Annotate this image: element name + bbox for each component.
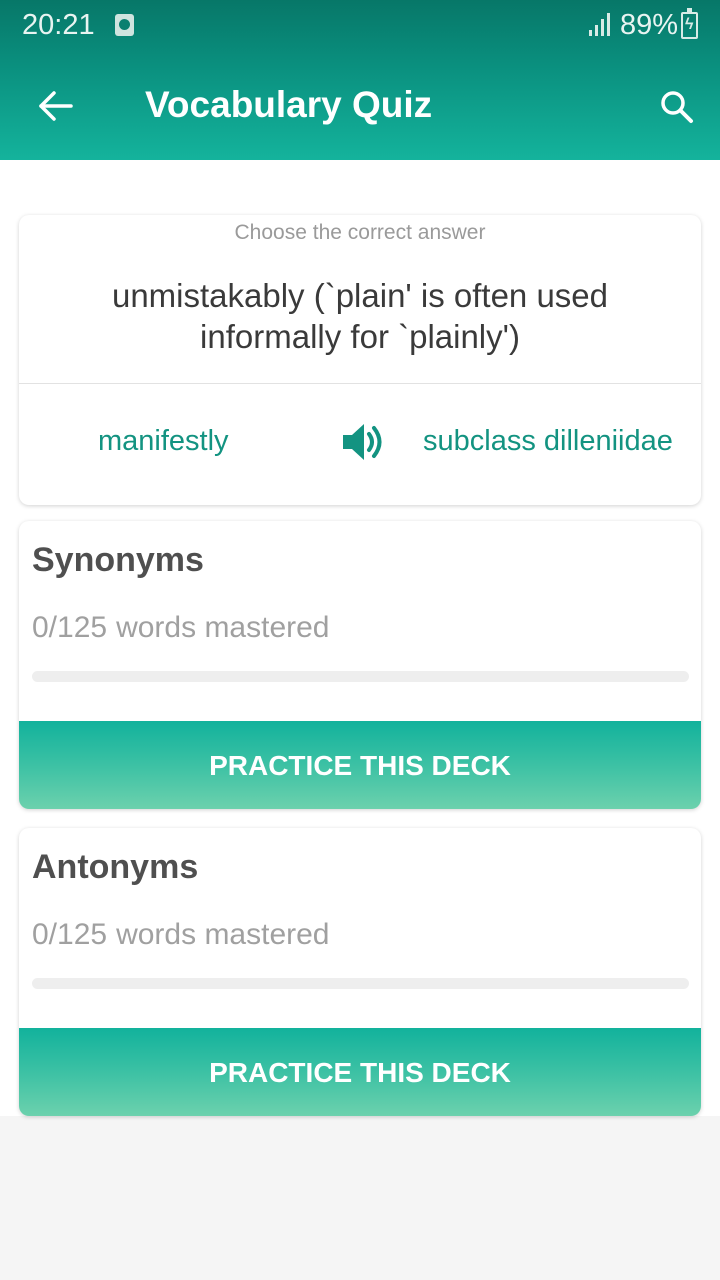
main-content: Choose the correct answer unmistakably (…: [0, 160, 720, 1116]
deck-card-antonyms: Antonyms 0/125 words mastered PRACTICE TH…: [19, 828, 701, 1116]
toolbar: Vocabulary Quiz: [0, 60, 720, 150]
practice-deck-button[interactable]: PRACTICE THIS DECK: [19, 721, 701, 809]
progress-bar: [32, 671, 689, 682]
arrow-left-icon: [39, 91, 73, 121]
pronounce-button[interactable]: [341, 420, 387, 464]
quiz-card: Choose the correct answer unmistakably (…: [19, 215, 701, 505]
answer-option-2[interactable]: subclass dilleniidae: [423, 425, 673, 458]
clock-icon: [115, 14, 134, 36]
mastered-label: words mastered: [116, 918, 330, 951]
mastered-label: words mastered: [116, 611, 330, 644]
back-button[interactable]: [30, 82, 80, 130]
status-bar: 20:21 89% ϟ: [0, 0, 720, 52]
search-icon: [661, 91, 693, 123]
deck-title: Antonyms: [32, 848, 199, 886]
app-header: 20:21 89% ϟ Vocabulary Quiz: [0, 0, 720, 160]
mastered-count: 0/125: [32, 611, 108, 644]
answer-option-1[interactable]: manifestly: [98, 425, 229, 458]
quiz-instruction: Choose the correct answer: [234, 221, 486, 244]
quiz-question: unmistakably (`plain' is often used info…: [111, 277, 609, 355]
progress-bar: [32, 978, 689, 989]
deck-title: Synonyms: [32, 541, 204, 579]
search-button[interactable]: [652, 82, 702, 132]
mastered-count: 0/125: [32, 918, 108, 951]
speaker-icon: [343, 424, 382, 460]
deck-progress-text: 0/125 words mastered: [32, 611, 330, 645]
battery-percentage: 89%: [620, 9, 679, 41]
signal-icon: [589, 13, 610, 36]
practice-deck-button[interactable]: PRACTICE THIS DECK: [19, 1028, 701, 1116]
deck-card-synonyms: Synonyms 0/125 words mastered PRACTICE TH…: [19, 521, 701, 809]
deck-progress-text: 0/125 words mastered: [32, 918, 330, 952]
divider: [19, 383, 701, 384]
battery-charging-icon: ϟ: [681, 8, 698, 39]
page-title: Vocabulary Quiz: [145, 84, 433, 125]
status-time: 20:21: [22, 9, 95, 41]
